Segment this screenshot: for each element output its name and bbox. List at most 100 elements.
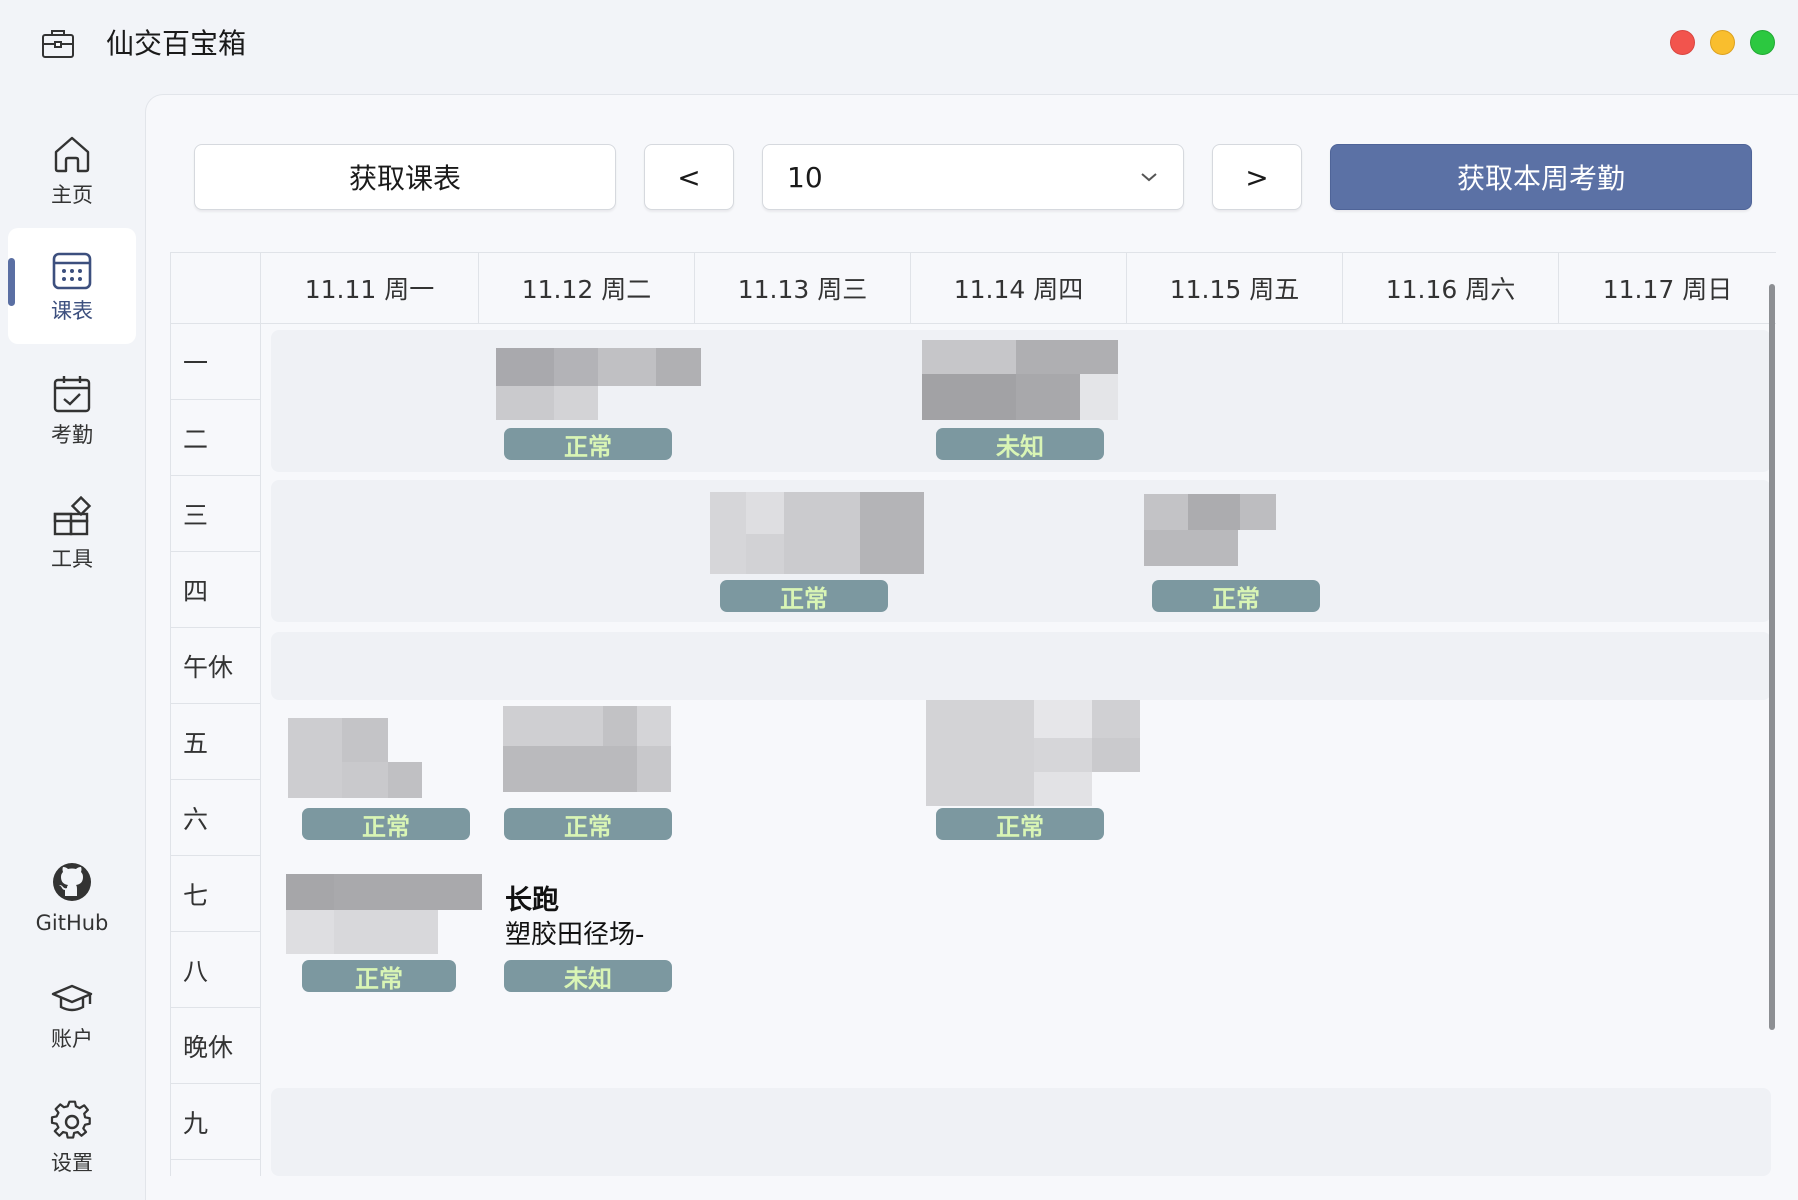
redacted-text: [922, 374, 1016, 420]
redacted-text: [598, 348, 656, 386]
calendar-grid-icon: [52, 252, 92, 290]
redacted-text: [342, 762, 388, 798]
active-indicator: [8, 258, 15, 306]
vertical-scrollbar[interactable]: [1769, 284, 1775, 1030]
week-select[interactable]: 10: [762, 144, 1184, 210]
sidebar-item-label: 设置: [51, 1151, 93, 1175]
redacted-text: [288, 718, 342, 798]
sidebar-item-home[interactable]: 主页: [8, 112, 136, 228]
redacted-text: [1080, 374, 1118, 420]
sidebar-item-timetable[interactable]: 课表: [8, 228, 136, 344]
redacted-text: [388, 762, 422, 798]
week-select-value: 10: [787, 160, 823, 194]
period-label: 二: [171, 400, 261, 476]
status-badge: 正常: [936, 808, 1104, 841]
day-header: 11.16 周六: [1343, 252, 1559, 324]
day-header: 11.13 周三: [695, 252, 911, 324]
redacted-text: [496, 348, 554, 386]
redacted-text: [1034, 700, 1092, 738]
status-badge: 正常: [504, 808, 672, 841]
prev-week-button[interactable]: <: [644, 144, 734, 210]
sidebar: 主页 课表 考勤 工具 GitHub 账户 设置: [0, 92, 144, 1200]
sidebar-item-label: 课表: [51, 299, 93, 323]
redacted-text: [637, 746, 671, 792]
redacted-text: [926, 700, 1034, 806]
sidebar-item-tools[interactable]: 工具: [8, 476, 136, 592]
redacted-text: [342, 718, 388, 762]
period-label: 九: [171, 1084, 261, 1160]
course-card[interactable]: 正常: [710, 492, 924, 613]
course-card[interactable]: 未知: [922, 340, 1118, 461]
redacted-text: [286, 910, 334, 954]
redacted-text: [1034, 772, 1092, 806]
redacted-text: [860, 492, 924, 574]
status-badge: 正常: [720, 580, 888, 613]
status-badge: 正常: [1152, 580, 1320, 613]
redacted-text: [1240, 494, 1276, 530]
redacted-text: [334, 910, 438, 954]
day-header: 11.14 周四: [911, 252, 1127, 324]
course-card[interactable]: 正常: [926, 700, 1140, 841]
minimize-button[interactable]: [1710, 30, 1735, 55]
redacted-text: [286, 874, 334, 910]
fetch-attendance-button[interactable]: 获取本周考勤: [1330, 144, 1752, 210]
lunch-break-block: [271, 632, 1771, 700]
period-label: 七: [171, 856, 261, 932]
calendar-check-icon: [53, 376, 91, 413]
day-header: 11.15 周五: [1127, 252, 1343, 324]
redacted-text: [1092, 738, 1140, 772]
gear-icon: [50, 1100, 91, 1139]
period-label: 一: [171, 324, 261, 400]
course-card[interactable]: 长跑 塑胶田径场- 未知: [504, 874, 704, 993]
day-header: 11.12 周二: [479, 252, 695, 324]
home-icon: [54, 136, 90, 173]
sidebar-item-label: 账户: [51, 1027, 93, 1051]
status-badge: 未知: [936, 428, 1104, 461]
redacted-text: [1016, 340, 1118, 374]
course-card[interactable]: 正常: [288, 718, 488, 841]
redacted-text: [922, 340, 1016, 374]
redacted-text: [784, 492, 860, 574]
sidebar-item-settings[interactable]: 设置: [8, 1080, 136, 1196]
sidebar-item-label: GitHub: [35, 911, 109, 935]
status-badge: 正常: [302, 960, 456, 993]
evening-block: [271, 1088, 1771, 1176]
period-label: 八: [171, 932, 261, 1008]
redacted-text: [503, 706, 603, 746]
redacted-text: [637, 706, 671, 746]
redacted-text: [1144, 530, 1238, 566]
redacted-text: [603, 706, 637, 746]
redacted-text: [554, 348, 598, 386]
morning-block-2: [271, 480, 1771, 622]
redacted-text: [1034, 738, 1092, 772]
tools-icon: [53, 496, 92, 536]
redacted-text: [656, 348, 701, 386]
course-card[interactable]: 正常: [496, 348, 701, 461]
redacted-text: [1188, 494, 1240, 530]
briefcase-icon: [42, 30, 74, 58]
redacted-text: [746, 492, 784, 534]
sidebar-item-github[interactable]: GitHub: [8, 840, 136, 956]
fetch-timetable-button[interactable]: 获取课表: [194, 144, 616, 210]
maximize-button[interactable]: [1750, 30, 1775, 55]
period-label: 晚休: [171, 1008, 261, 1084]
next-week-button[interactable]: >: [1212, 144, 1302, 210]
course-card[interactable]: 正常: [1144, 494, 1320, 613]
redacted-text: [746, 534, 784, 574]
sidebar-item-label: 工具: [51, 547, 93, 571]
redacted-text: [1016, 374, 1080, 420]
course-card[interactable]: 正常: [503, 706, 703, 841]
sidebar-item-account[interactable]: 账户: [8, 956, 136, 1072]
close-button[interactable]: [1670, 30, 1695, 55]
redacted-text: [554, 386, 598, 420]
status-badge: 正常: [504, 428, 672, 461]
sidebar-item-label: 主页: [51, 183, 93, 207]
period-label: 三: [171, 476, 261, 552]
github-icon: [53, 863, 91, 901]
course-card[interactable]: 正常: [286, 874, 482, 993]
title-bar: 仙交百宝箱: [0, 0, 1798, 92]
app-window: 仙交百宝箱 主页 课表 考勤 工具 GitHub 账户 设置 获取课表 < 10…: [0, 0, 1798, 1200]
redacted-text: [334, 874, 482, 910]
sidebar-item-attendance[interactable]: 考勤: [8, 352, 136, 468]
day-header: 11.17 周日: [1559, 252, 1776, 324]
